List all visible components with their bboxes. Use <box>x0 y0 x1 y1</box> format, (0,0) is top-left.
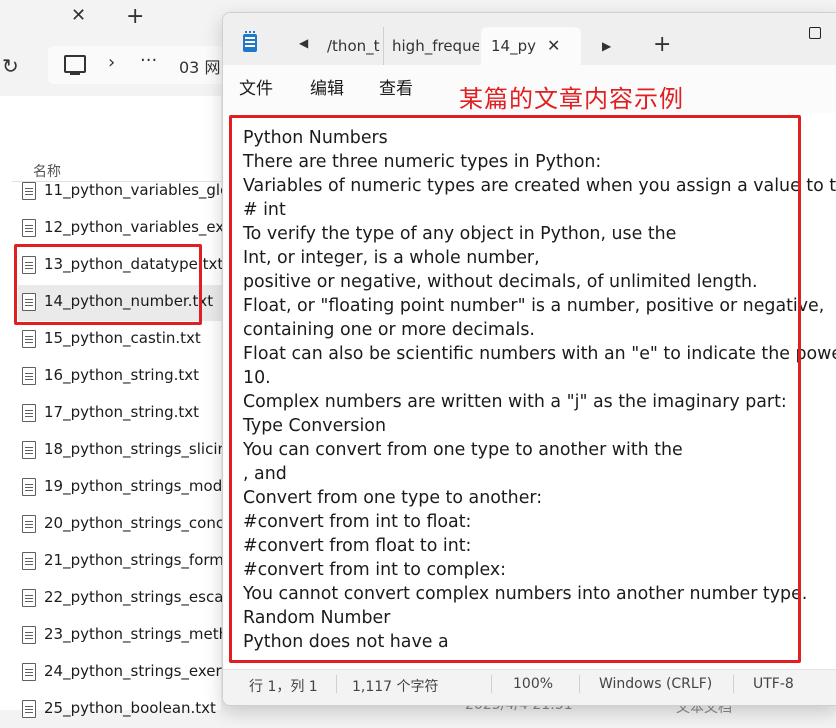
file-list-item[interactable]: 18_python_strings_slicin <box>18 433 222 469</box>
status-cursor-position: 行 1，列 1 <box>249 679 318 695</box>
file-name: 21_python_strings_forma <box>44 551 222 569</box>
file-name: 16_python_string.txt <box>44 366 200 384</box>
file-name: 12_python_variables_exe <box>44 218 222 236</box>
text-file-icon <box>22 515 36 533</box>
file-list-item[interactable]: 22_python_strings_escap <box>18 581 222 617</box>
tab-14-py-active[interactable]: 14_py <box>481 27 581 65</box>
file-list-item[interactable]: 21_python_strings_forma <box>18 544 222 580</box>
status-zoom[interactable]: 100% <box>513 676 553 692</box>
status-char-count: 1,117 个字符 <box>352 679 439 695</box>
file-list-item[interactable]: 16_python_string.txt <box>18 359 222 395</box>
file-name: 23_python_strings_meth <box>44 625 222 643</box>
tab-high-frequency[interactable]: high_frequer <box>383 27 479 65</box>
text-file-icon <box>22 589 36 607</box>
divider <box>491 675 492 693</box>
tab-python-t[interactable]: /thon_t <box>327 27 381 65</box>
content-highlight-box <box>229 115 801 663</box>
file-list-item[interactable]: 11_python_variables_glo <box>18 174 222 210</box>
file-name: 18_python_strings_slicin <box>44 440 222 458</box>
file-name: 24_python_strings_exerc <box>44 662 222 680</box>
file-list-item[interactable]: 23_python_strings_meth <box>18 618 222 654</box>
menu-edit[interactable]: 编辑 <box>310 74 344 99</box>
divider <box>733 675 734 693</box>
file-name: 19_python_strings_modi <box>44 477 222 495</box>
annotation-label: 某篇的文章内容示例 <box>459 85 684 113</box>
this-pc-icon[interactable] <box>64 55 86 75</box>
file-name: 11_python_variables_glo <box>44 181 222 199</box>
file-list-item[interactable]: 24_python_strings_exerc <box>18 655 222 691</box>
chevron-right-icon[interactable]: › <box>108 52 115 73</box>
file-name: 25_python_boolean.txt <box>44 699 216 717</box>
new-tab-icon[interactable]: + <box>126 4 144 29</box>
text-file-icon <box>22 367 36 385</box>
notepad-app-icon <box>243 31 257 52</box>
text-file-icon <box>22 700 36 718</box>
scroll-tabs-right-icon[interactable]: ▶ <box>602 39 611 53</box>
refresh-icon[interactable]: ↻ <box>2 54 19 78</box>
status-line-ending[interactable]: Windows (CRLF) <box>599 676 712 692</box>
file-list-item[interactable]: 15_python_castin.txt <box>18 322 222 358</box>
text-file-icon <box>22 478 36 496</box>
file-list-item[interactable]: 25_python_boolean.txt <box>18 692 222 728</box>
file-list-item[interactable]: 17_python_string.txt <box>18 396 222 432</box>
maximize-icon[interactable] <box>809 27 821 39</box>
divider <box>579 675 580 693</box>
text-file-icon <box>22 663 36 681</box>
file-name: 20_python_strings_conca <box>44 514 222 532</box>
menu-view[interactable]: 查看 <box>379 74 413 99</box>
file-name: 15_python_castin.txt <box>44 329 201 347</box>
file-list-item[interactable]: 20_python_strings_conca <box>18 507 222 543</box>
text-file-icon <box>22 552 36 570</box>
selection-highlight-box <box>14 244 202 325</box>
file-list-item[interactable]: 12_python_variables_exe <box>18 211 222 247</box>
file-name: 17_python_string.txt <box>44 403 200 421</box>
breadcrumb[interactable]: 03 网 <box>179 54 220 78</box>
file-name: 22_python_strings_escap <box>44 588 222 606</box>
notepad-window: ◀ /thon_t high_frequer 14_py ✕ ▶ + 文件 编辑… <box>222 12 836 706</box>
text-file-icon <box>22 441 36 459</box>
new-tab-icon[interactable]: + <box>653 33 671 57</box>
text-file-icon <box>22 182 36 200</box>
status-encoding[interactable]: UTF-8 <box>753 676 794 692</box>
text-file-icon <box>22 626 36 644</box>
text-file-icon <box>22 404 36 422</box>
text-file-icon <box>22 219 36 237</box>
file-list-item[interactable]: 19_python_strings_modi <box>18 470 222 506</box>
scroll-tabs-left-icon[interactable]: ◀ <box>299 36 308 50</box>
more-path-icon[interactable]: ··· <box>140 50 157 71</box>
close-tab-icon[interactable]: ✕ <box>547 36 560 55</box>
divider <box>336 675 337 693</box>
text-file-icon <box>22 330 36 348</box>
close-tab-icon[interactable]: ✕ <box>71 5 86 26</box>
menu-file[interactable]: 文件 <box>239 74 273 99</box>
